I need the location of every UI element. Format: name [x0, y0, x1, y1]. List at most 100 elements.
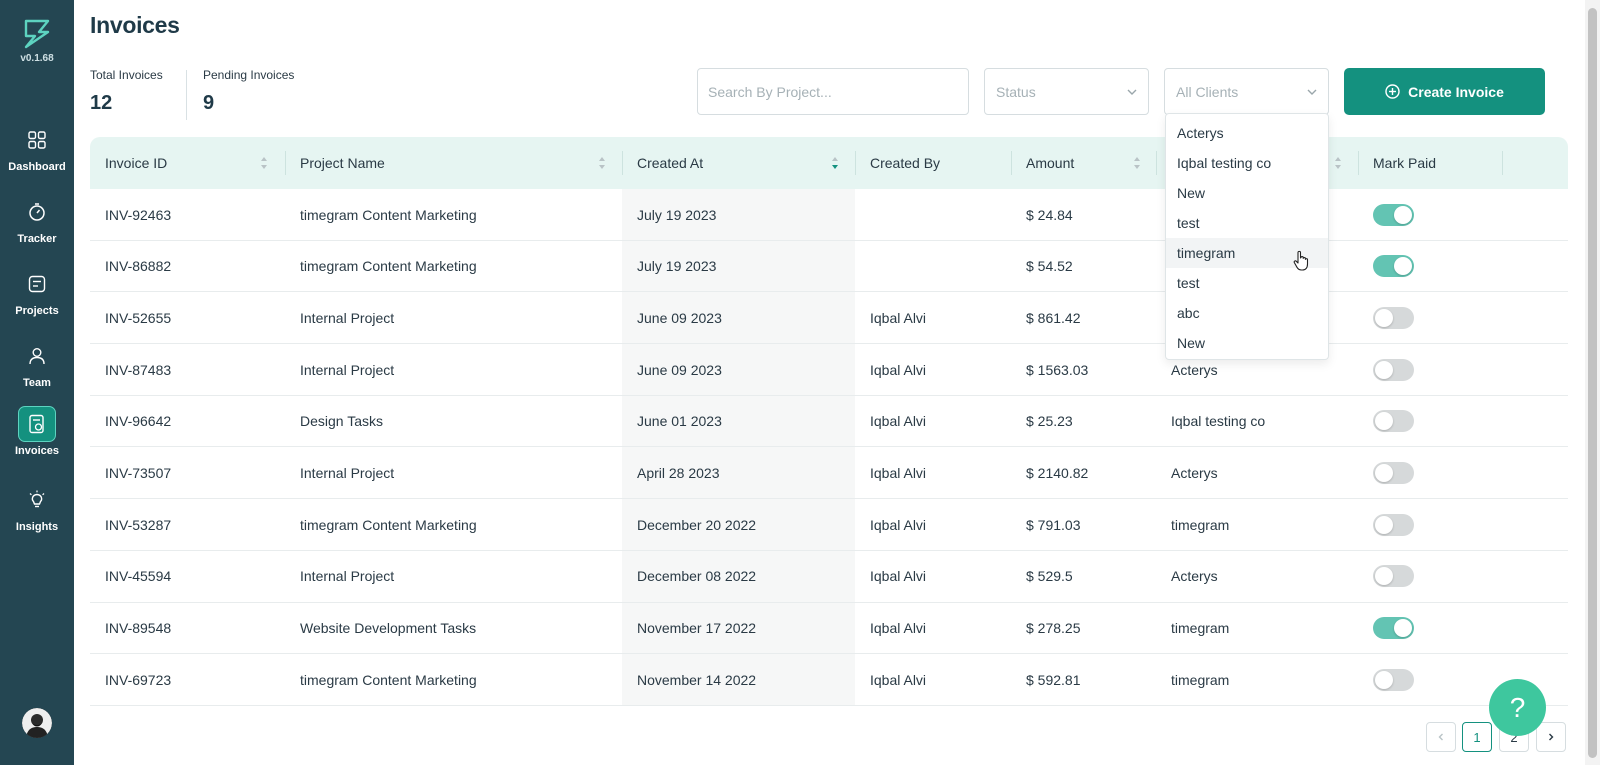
- sidebar-item-dashboard[interactable]: Dashboard: [0, 122, 74, 188]
- cell-created-by: [855, 189, 870, 240]
- mark-paid-toggle[interactable]: [1373, 410, 1414, 433]
- sidebar-item-projects[interactable]: Projects: [0, 266, 74, 332]
- clients-select[interactable]: All Clients: [1164, 68, 1329, 115]
- invoice-table: Invoice ID Project Name Created At Creat…: [90, 137, 1568, 706]
- mark-paid-toggle[interactable]: [1373, 461, 1414, 484]
- cell-project-name: Internal Project: [300, 464, 395, 481]
- cell-created-by: Iqbal Alvi: [870, 568, 927, 585]
- cell-invoice-id: INV-92463: [105, 206, 172, 223]
- mark-paid-toggle[interactable]: [1373, 306, 1414, 329]
- cell-client: Acterys: [1171, 464, 1218, 481]
- cell-project-name: timegram Content Marketing: [300, 516, 477, 533]
- clients-dropdown: Acterys Iqbal testing co New test timegram te…: [1165, 113, 1329, 360]
- app-logo[interactable]: v0.1.68: [0, 18, 74, 64]
- cell-project-name: Internal Project: [300, 568, 395, 585]
- toggle-knob: [1394, 205, 1412, 224]
- dropdown-option[interactable]: test: [1166, 268, 1328, 298]
- mark-paid-toggle[interactable]: [1373, 203, 1414, 226]
- cell-amount: $ 2140.82: [1026, 464, 1089, 481]
- stopwatch-icon: [18, 194, 56, 230]
- stat-label: Total Invoices: [90, 68, 163, 82]
- stat-label: Pending Invoices: [203, 68, 295, 82]
- cell-mark-paid: [1358, 344, 1414, 395]
- next-page-button[interactable]: [1536, 722, 1566, 752]
- page-title: Invoices: [90, 12, 180, 38]
- search-placeholder: Search By Project...: [708, 83, 832, 100]
- table-row[interactable]: INV-73507 Internal Project April 28 2023 Iq…: [90, 447, 1568, 500]
- mark-paid-toggle[interactable]: [1373, 358, 1414, 381]
- cell-project-name: timegram Content Marketing: [300, 258, 477, 275]
- table-row[interactable]: INV-45594 Internal Project December 08 202…: [90, 551, 1568, 603]
- cell-mark-paid: [1358, 654, 1414, 705]
- table-row[interactable]: INV-87483 Internal Project June 09 2023 Iqb…: [90, 344, 1568, 396]
- cell-invoice-id: INV-96642: [105, 413, 172, 430]
- projects-icon: [18, 266, 56, 302]
- avatar[interactable]: [22, 708, 52, 738]
- cell-created-at: July 19 2023: [637, 258, 717, 275]
- table-row[interactable]: INV-86882 timegram Content Marketing July …: [90, 241, 1568, 293]
- chevron-left-icon: [1438, 733, 1443, 741]
- cell-invoice-id: INV-86882: [105, 258, 172, 275]
- header-amount[interactable]: Amount: [1011, 137, 1074, 189]
- mark-paid-toggle[interactable]: [1373, 668, 1414, 691]
- table-row[interactable]: INV-52655 Internal Project June 09 2023 Iqb…: [90, 292, 1568, 345]
- dropdown-option[interactable]: Acterys: [1166, 118, 1328, 148]
- cell-amount: $ 24.84: [1026, 206, 1073, 223]
- scrollbar-thumb[interactable]: [1588, 8, 1597, 758]
- sort-icon[interactable]: [1334, 156, 1342, 170]
- prev-page-button[interactable]: [1426, 722, 1456, 752]
- sort-icon[interactable]: [260, 156, 268, 170]
- dropdown-option[interactable]: abc: [1166, 298, 1328, 328]
- cell-amount: $ 791.03: [1026, 516, 1081, 533]
- cell-created-at: June 09 2023: [637, 361, 722, 378]
- sidebar-item-insights[interactable]: Insights: [0, 482, 74, 548]
- stat-total-invoices: Total Invoices 12: [90, 68, 163, 115]
- cell-created-by: Iqbal Alvi: [870, 671, 927, 688]
- header-invoice-id[interactable]: Invoice ID: [90, 137, 167, 189]
- cell-invoice-id: INV-73507: [105, 464, 172, 481]
- cell-invoice-id: INV-87483: [105, 361, 172, 378]
- dropdown-option[interactable]: New: [1166, 328, 1328, 358]
- sort-icon[interactable]: [598, 156, 606, 170]
- cell-created-at: December 20 2022: [637, 516, 757, 533]
- table-row[interactable]: INV-96642 Design Tasks June 01 2023 Iqbal A…: [90, 396, 1568, 448]
- search-input[interactable]: Search By Project...: [697, 68, 969, 115]
- sidebar-item-tracker[interactable]: Tracker: [0, 194, 74, 260]
- table-row[interactable]: INV-89548 Website Development Tasks Novemb…: [90, 603, 1568, 655]
- stat-pending-invoices: Pending Invoices 9: [203, 68, 294, 115]
- help-button[interactable]: ?: [1489, 679, 1546, 736]
- sort-icon[interactable]: [831, 156, 839, 170]
- dropdown-option[interactable]: New: [1166, 178, 1328, 208]
- mark-paid-toggle[interactable]: [1373, 255, 1414, 278]
- cell-created-by: [855, 241, 870, 292]
- page-button-1[interactable]: 1: [1462, 722, 1492, 752]
- dropdown-option[interactable]: test: [1166, 208, 1328, 238]
- cell-amount: $ 54.52: [1026, 258, 1073, 275]
- cell-amount: $ 25.23: [1026, 413, 1073, 430]
- table-row[interactable]: INV-92463 timegram Content Marketing July …: [90, 189, 1568, 241]
- sidebar-item-invoices[interactable]: Invoices: [0, 406, 74, 472]
- cell-mark-paid: [1358, 603, 1414, 654]
- create-invoice-button[interactable]: Create Invoice: [1344, 68, 1545, 115]
- status-select[interactable]: Status: [984, 68, 1149, 115]
- cell-created-at: July 19 2023: [637, 206, 717, 223]
- cell-mark-paid: [1358, 447, 1414, 498]
- sort-icon[interactable]: [1133, 156, 1141, 170]
- header-mark-paid: Mark Paid: [1373, 155, 1437, 171]
- mark-paid-toggle[interactable]: [1373, 513, 1414, 536]
- mark-paid-toggle[interactable]: [1373, 617, 1414, 639]
- scrollbar[interactable]: [1585, 0, 1600, 765]
- cell-created-at: November 17 2022: [637, 620, 757, 636]
- table-row[interactable]: INV-53287 timegram Content Marketing Decem…: [90, 499, 1568, 551]
- table-row[interactable]: INV-69723 timegram Content Marketing Novem…: [90, 654, 1568, 706]
- header-project-name[interactable]: Project Name: [285, 137, 385, 189]
- header-created-at[interactable]: Created At: [622, 137, 703, 189]
- table-header: Invoice ID Project Name Created At Creat…: [90, 137, 1568, 189]
- cell-created-at: June 01 2023: [637, 413, 722, 430]
- mark-paid-toggle[interactable]: [1373, 565, 1414, 588]
- cell-mark-paid: [1358, 241, 1414, 292]
- sidebar-item-team[interactable]: Team: [0, 338, 74, 404]
- cell-created-at: November 14 2022: [637, 671, 757, 688]
- dropdown-option[interactable]: Iqbal testing co: [1166, 148, 1328, 178]
- chevron-down-icon: [1127, 89, 1137, 95]
